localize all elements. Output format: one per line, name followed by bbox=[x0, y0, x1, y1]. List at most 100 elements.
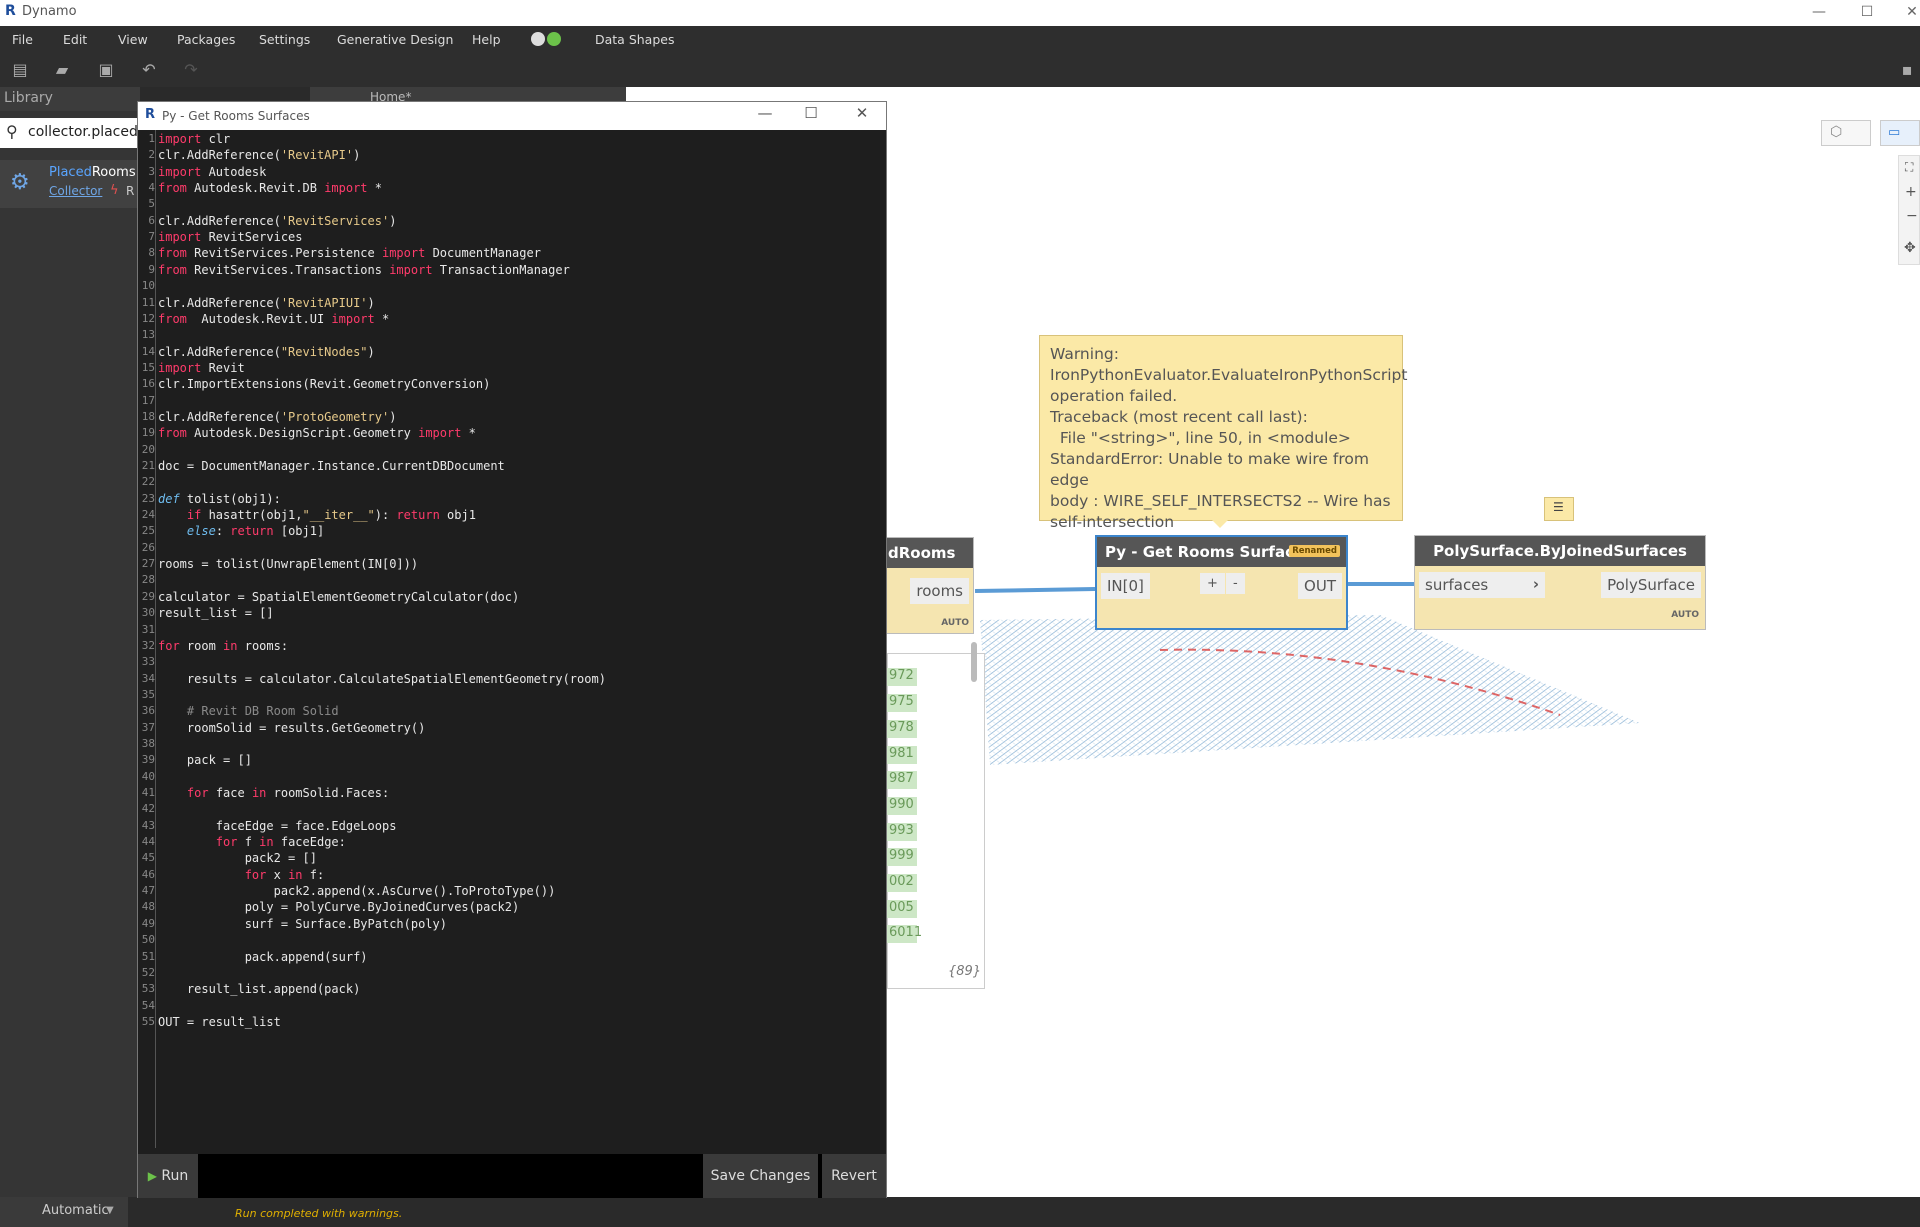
code-line[interactable]: 16 clr.ImportExtensions(Revit.GeometryCon… bbox=[142, 377, 491, 393]
run-mode-dropdown[interactable]: Automatic ▼ bbox=[0, 1197, 128, 1227]
menu-help[interactable]: Help bbox=[472, 32, 501, 47]
code-line-text: results = calculator.CalculateSpatialEle… bbox=[158, 671, 606, 686]
code-line[interactable]: 41 for face in roomSolid.Faces: bbox=[142, 786, 390, 802]
code-line[interactable]: 45 pack2 = [] bbox=[142, 851, 317, 867]
code-line[interactable]: 12 from Autodesk.Revit.UI import * bbox=[142, 312, 389, 328]
code-line[interactable]: 9 from RevitServices.Transactions import … bbox=[148, 263, 569, 279]
run-button[interactable]: ▶ Run bbox=[138, 1154, 198, 1198]
code-line[interactable]: 29 calculator = SpatialElementGeometryCal… bbox=[142, 590, 519, 606]
polysurface-node[interactable]: PolySurface.ByJoinedSurfaces surfaces › … bbox=[1414, 535, 1706, 630]
graph-view-toggle[interactable]: ▭ bbox=[1880, 120, 1920, 146]
code-line[interactable]: 39 pack = [] bbox=[142, 753, 252, 769]
code-line[interactable]: 19 from Autodesk.DesignScript.Geometry im… bbox=[142, 426, 476, 442]
menu-generative-design[interactable]: Generative Design bbox=[337, 32, 453, 47]
code-line[interactable]: 51 pack.append(surf) bbox=[142, 950, 368, 966]
code-line[interactable]: 30 result_list = [] bbox=[142, 606, 274, 622]
code-line[interactable]: 44 for f in faceEdge: bbox=[142, 835, 346, 851]
code-line[interactable]: 34 results = calculator.CalculateSpatial… bbox=[142, 671, 606, 688]
zoom-fit-icon[interactable]: ⛶ bbox=[1905, 160, 1913, 175]
undo-icon[interactable]: ↶ bbox=[140, 61, 158, 79]
preview-scrollbar[interactable] bbox=[971, 642, 977, 682]
code-line[interactable]: 36 # Revit DB Room Solid bbox=[142, 704, 339, 720]
menu-view[interactable]: View bbox=[118, 32, 148, 47]
line-number: 35 bbox=[141, 687, 155, 701]
code-line[interactable]: 2 clr.AddReference('RevitAPI') bbox=[148, 148, 360, 164]
line-number: 33 bbox=[141, 655, 155, 669]
code-line[interactable]: 11 clr.AddReference('RevitAPIUI') bbox=[142, 296, 375, 312]
close-button[interactable]: ✕ bbox=[1890, 0, 1920, 26]
menu-edit[interactable]: Edit bbox=[63, 32, 87, 47]
redo-icon[interactable]: ↷ bbox=[182, 61, 200, 79]
code-line[interactable]: 14 clr.AddReference("RevitNodes") bbox=[142, 345, 375, 361]
code-editor[interactable]: 1 import clr 2 clr.AddReference('RevitAPI')… bbox=[142, 132, 878, 1142]
code-line[interactable]: 53 result_list.append(pack) bbox=[142, 982, 361, 998]
code-line[interactable]: 18 clr.AddReference('ProtoGeometry') bbox=[142, 410, 397, 426]
code-line[interactable]: 23 def tolist(obj1): bbox=[142, 492, 281, 508]
run-mode-value: Automatic bbox=[42, 1203, 109, 1218]
editor-titlebar: R Py - Get Rooms Surfaces — ☐ ✕ bbox=[138, 102, 886, 130]
menu-packages[interactable]: Packages bbox=[177, 32, 235, 47]
menu-data-shapes[interactable]: Data Shapes bbox=[595, 32, 674, 47]
save-icon[interactable]: ▣ bbox=[97, 61, 115, 79]
code-line[interactable]: 43 faceEdge = face.EdgeLoops bbox=[142, 819, 397, 835]
code-line[interactable]: 21 doc = DocumentManager.Instance.Current… bbox=[142, 459, 505, 475]
code-line[interactable]: 24 if hasattr(obj1,"__iter__"): return o… bbox=[142, 508, 476, 524]
menu-file[interactable]: File bbox=[12, 32, 33, 47]
maximize-button[interactable]: ☐ bbox=[1845, 0, 1889, 26]
warning-line: IronPythonEvaluator.EvaluateIronPythonSc… bbox=[1050, 366, 1408, 384]
code-line-text: clr.AddReference('RevitServices') bbox=[158, 213, 397, 228]
result-category-link[interactable]: Collector bbox=[49, 184, 102, 198]
note-icon[interactable]: ☰ bbox=[1544, 497, 1574, 521]
rooms-auto-label: AUTO bbox=[941, 618, 969, 628]
library-result-item[interactable]: ⚙ PlacedRooms Collector ϟ R bbox=[0, 160, 140, 208]
editor-maximize-button[interactable]: ☐ bbox=[791, 104, 831, 128]
code-line[interactable]: 27 rooms = tolist(UnwrapElement(IN[0])) bbox=[142, 557, 418, 573]
code-line[interactable]: 1 import clr bbox=[148, 132, 230, 148]
code-line[interactable]: 47 pack2.append(x.AsCurve().ToProtoType(… bbox=[142, 884, 556, 900]
geometry-view-toggle[interactable]: ⬡ bbox=[1821, 120, 1871, 146]
screenshot-camera-icon[interactable]: ▪ bbox=[1898, 61, 1916, 79]
python-output-port[interactable]: OUT bbox=[1298, 573, 1342, 599]
minimize-button[interactable]: — bbox=[1797, 0, 1841, 26]
new-file-icon[interactable]: ▤ bbox=[11, 61, 29, 79]
menu-settings[interactable]: Settings bbox=[259, 32, 310, 47]
polysurface-output-port[interactable]: PolySurface bbox=[1601, 572, 1701, 598]
editor-minimize-button[interactable]: — bbox=[745, 104, 785, 128]
save-changes-button[interactable]: Save Changes bbox=[703, 1154, 818, 1198]
editor-close-button[interactable]: ✕ bbox=[842, 104, 882, 128]
pan-icon[interactable]: ✥ bbox=[1904, 240, 1916, 256]
code-line[interactable]: 49 surf = Surface.ByPatch(poly) bbox=[142, 917, 447, 933]
list-item: 978 bbox=[887, 720, 917, 738]
code-line-text: for face in roomSolid.Faces: bbox=[186, 786, 390, 800]
code-line[interactable]: 7 import RevitServices bbox=[148, 230, 302, 246]
line-number: 18 bbox=[141, 409, 155, 423]
code-line[interactable]: 4 from Autodesk.Revit.DB import * bbox=[148, 181, 382, 197]
code-line[interactable]: 6 clr.AddReference('RevitServices') bbox=[148, 213, 397, 230]
library-search-input[interactable]: ⚲ collector.placed bbox=[0, 118, 140, 148]
code-line[interactable]: 48 poly = PolyCurve.ByJoinedCurves(pack2… bbox=[142, 900, 519, 916]
revert-button[interactable]: Revert bbox=[822, 1154, 886, 1198]
remove-input-button[interactable]: - bbox=[1226, 573, 1245, 594]
notification-toggle-icon[interactable] bbox=[530, 31, 564, 50]
code-line[interactable]: 8 from RevitServices.Persistence import D… bbox=[148, 246, 541, 262]
list-item: 999 bbox=[887, 848, 917, 866]
open-file-icon[interactable]: ▰ bbox=[53, 61, 71, 79]
rooms-output-port[interactable]: rooms bbox=[910, 578, 969, 604]
code-line[interactable]: 46 for x in f: bbox=[142, 868, 324, 884]
python-node[interactable]: Py - Get Rooms Surfaces Renamed IN[0] + … bbox=[1095, 535, 1348, 630]
zoom-in-icon[interactable]: + bbox=[1905, 184, 1917, 200]
list-item: 6011 bbox=[887, 925, 922, 943]
zoom-out-icon[interactable]: − bbox=[1906, 208, 1918, 224]
add-input-button[interactable]: + bbox=[1200, 573, 1225, 594]
code-line[interactable]: 15 import Revit bbox=[142, 361, 245, 377]
rooms-node[interactable]: dRooms rooms AUTO bbox=[884, 537, 974, 634]
code-line[interactable]: 25 else: return [obj1] bbox=[142, 524, 324, 540]
code-line[interactable]: 55 OUT = result_list bbox=[142, 1015, 281, 1031]
code-line[interactable]: 37 roomSolid = results.GetGeometry() bbox=[142, 721, 426, 737]
line-number: 38 bbox=[141, 736, 155, 750]
code-line-text: pack2 = [] bbox=[158, 851, 317, 866]
code-line[interactable]: 3 import Autodesk bbox=[148, 165, 266, 181]
code-line[interactable]: 32 for room in rooms: bbox=[142, 639, 288, 655]
python-input-port[interactable]: IN[0] bbox=[1101, 573, 1150, 599]
surfaces-input-port[interactable]: surfaces › bbox=[1419, 572, 1545, 598]
